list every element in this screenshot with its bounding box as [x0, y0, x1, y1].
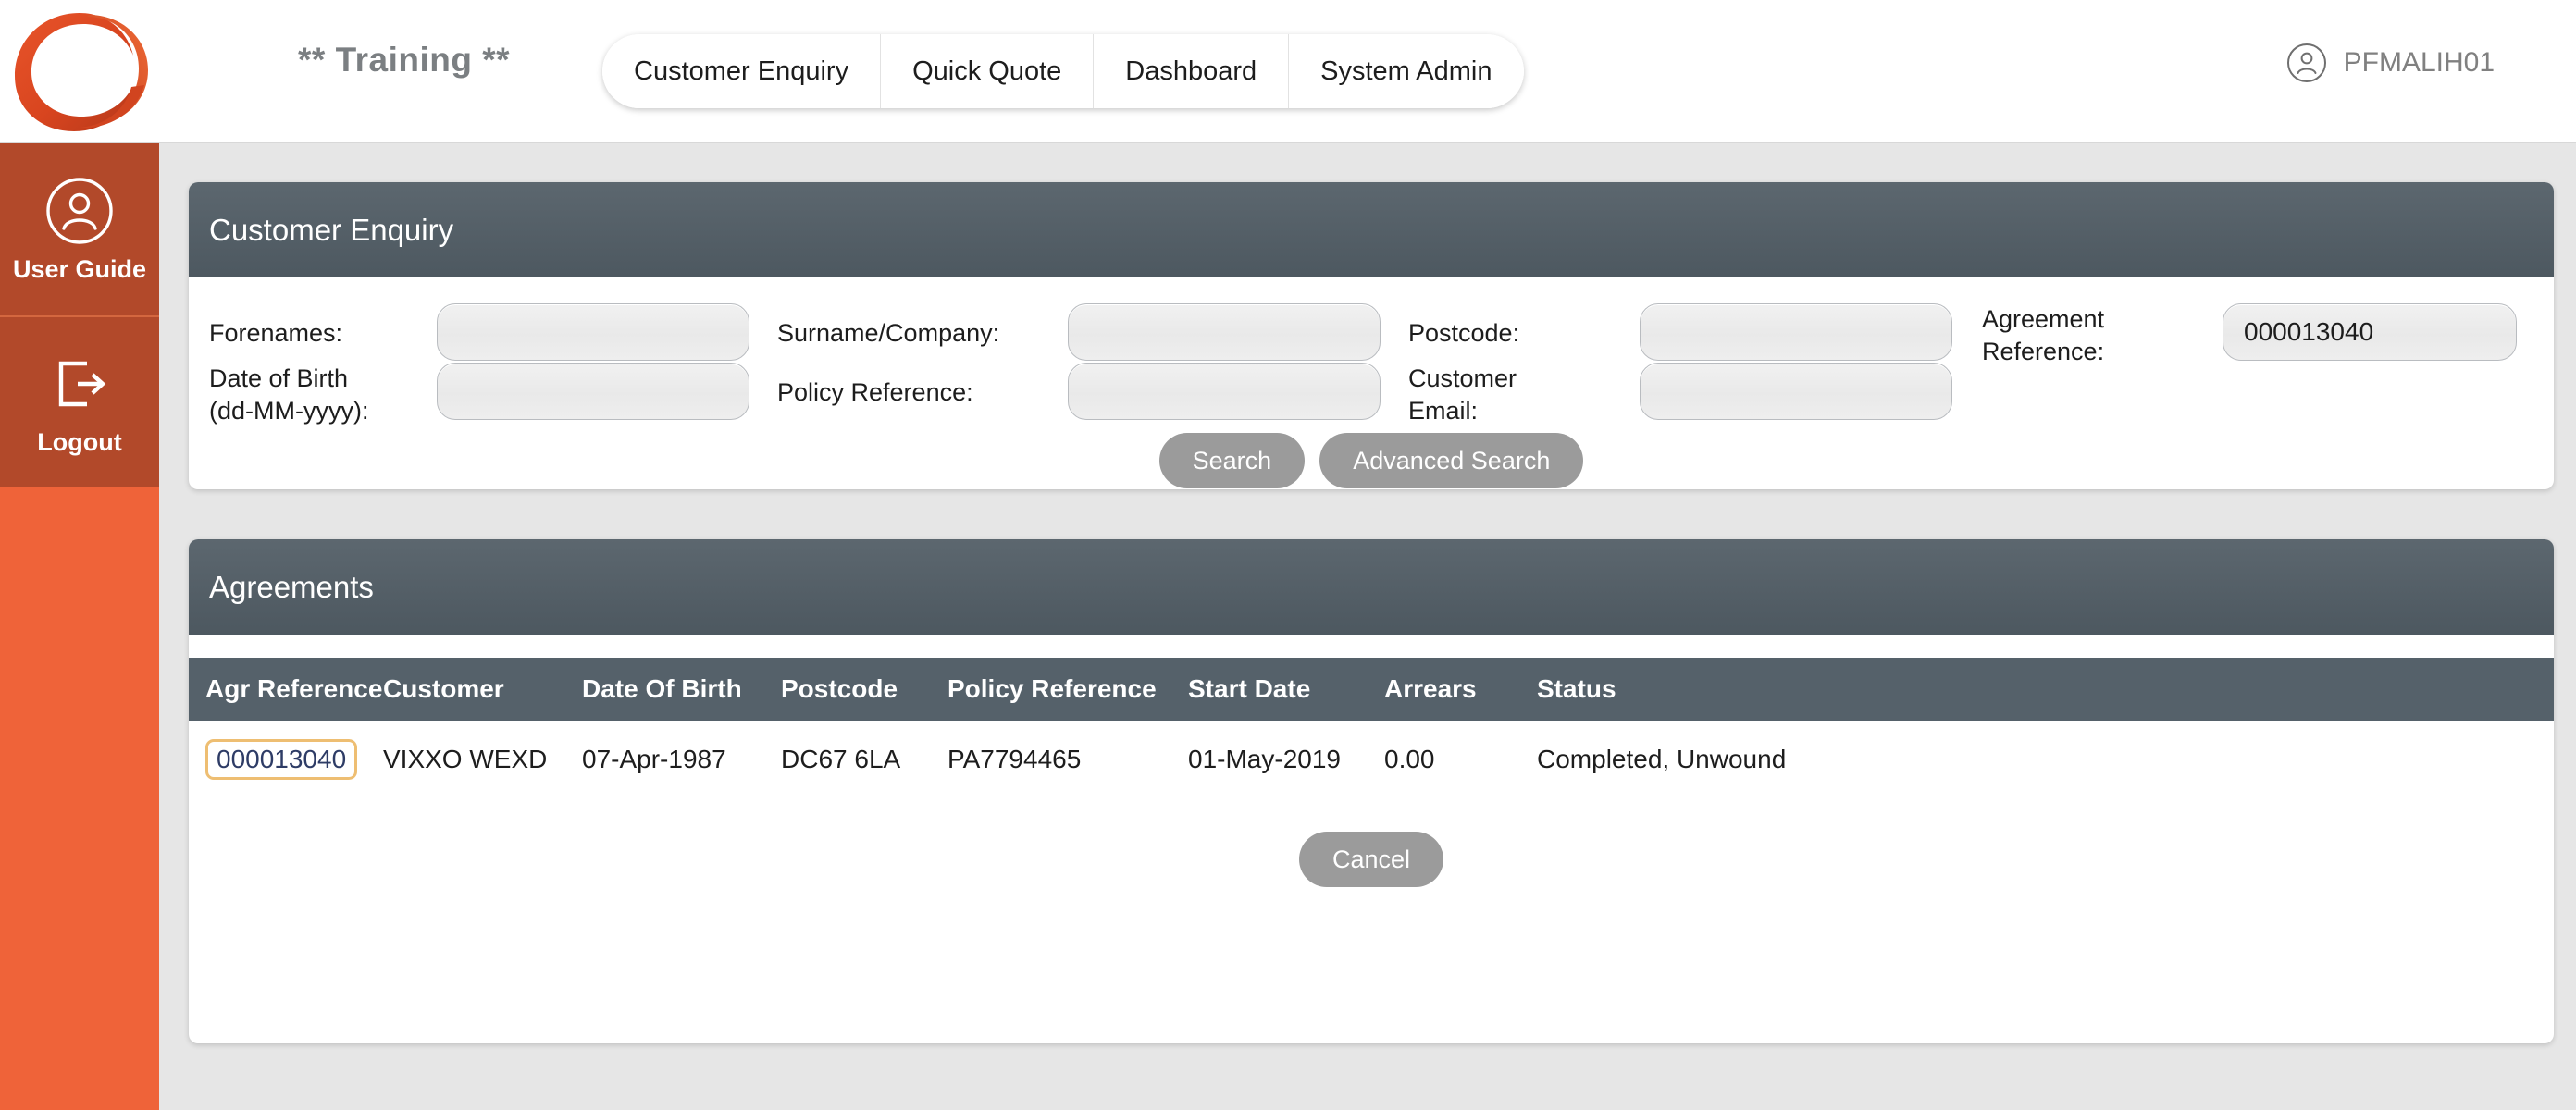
advanced-search-button[interactable]: Advanced Search	[1319, 433, 1584, 488]
label-forenames: Forenames:	[209, 319, 343, 347]
agreements-table-container: Agr Reference Customer Date Of Birth Pos…	[189, 635, 2554, 922]
label-customer-email-line1: Customer	[1408, 364, 1517, 392]
sidebar-item-logout[interactable]: Logout	[0, 315, 159, 487]
panel-title: Agreements	[209, 569, 374, 604]
agreements-panel-header: Agreements	[189, 539, 2554, 635]
label-date-of-birth-line2: (dd-MM-yyyy):	[209, 396, 369, 425]
customer-email-input[interactable]	[1640, 363, 1952, 420]
customer-enquiry-panel: Customer Enquiry Forenames: Surname/Comp…	[189, 182, 2554, 489]
column-header-policy-reference: Policy Reference	[947, 674, 1157, 703]
label-postcode: Postcode:	[1408, 319, 1520, 347]
user-circle-icon	[2286, 43, 2326, 82]
user-menu[interactable]: PFMALIH01	[2286, 43, 2495, 83]
label-customer-email-line2: Email:	[1408, 396, 1479, 425]
tab-dashboard[interactable]: Dashboard	[1094, 34, 1290, 108]
policy-reference-input[interactable]	[1068, 363, 1381, 420]
tab-customer-enquiry[interactable]: Customer Enquiry	[602, 34, 882, 108]
enquiry-button-row: Search Advanced Search	[189, 433, 2554, 488]
main-content: Customer Enquiry Forenames: Surname/Comp…	[159, 143, 2576, 1110]
agreements-table: Agr Reference Customer Date Of Birth Pos…	[189, 658, 2554, 798]
column-header-status: Status	[1537, 674, 1616, 703]
forenames-input[interactable]	[437, 303, 749, 361]
sidebar: User Guide Logout	[0, 143, 159, 1110]
label-surname-company: Surname/Company:	[777, 319, 1000, 347]
label-agreement-reference-line2: Reference:	[1982, 337, 2105, 365]
label-agreement-reference-line1: Agreement	[1982, 305, 2105, 333]
main-tabs: Customer Enquiry Quick Quote Dashboard S…	[602, 34, 1524, 108]
table-header-row: Agr Reference Customer Date Of Birth Pos…	[189, 658, 2554, 721]
column-header-agr-reference: Agr Reference	[205, 674, 383, 703]
column-header-postcode: Postcode	[781, 674, 898, 703]
agreements-panel: Agreements Agr Reference Customer Date O…	[189, 539, 2554, 1043]
agreement-reference-input[interactable]	[2223, 303, 2517, 361]
postcode-input[interactable]	[1640, 303, 1952, 361]
tab-quick-quote[interactable]: Quick Quote	[881, 34, 1095, 108]
column-header-customer: Customer	[383, 674, 504, 703]
user-name: PFMALIH01	[2343, 47, 2495, 78]
agreement-reference-link[interactable]: 000013040	[205, 739, 358, 780]
cancel-button[interactable]: Cancel	[1298, 832, 1444, 887]
logout-arrow-icon	[58, 361, 106, 406]
cell-postcode: DC67 6LA	[781, 745, 901, 773]
column-header-date-of-birth: Date Of Birth	[582, 674, 742, 703]
surname-company-input[interactable]	[1068, 303, 1381, 361]
search-button[interactable]: Search	[1158, 433, 1306, 488]
cell-status: Completed, Unwound	[1537, 745, 1787, 773]
cell-policy-reference: PA7794465	[947, 745, 1082, 773]
user-circle-icon	[46, 177, 113, 244]
cell-date-of-birth: 07-Apr-1987	[582, 745, 726, 773]
cell-agr-reference: 000013040	[189, 721, 383, 798]
cell-arrears: 0.00	[1384, 745, 1435, 773]
label-date-of-birth: Date of Birth (dd-MM-yyyy):	[209, 363, 368, 426]
label-customer-email: Customer Email:	[1408, 363, 1517, 426]
cell-start-date: 01-May-2019	[1188, 745, 1341, 773]
cell-customer: VIXXO WEXD	[383, 745, 548, 773]
sidebar-item-label: Logout	[37, 427, 122, 456]
tab-system-admin[interactable]: System Admin	[1289, 34, 1524, 108]
agreements-button-row: Cancel	[189, 798, 2554, 922]
swirl-ring-logo	[15, 13, 148, 131]
sidebar-item-user-guide[interactable]: User Guide	[0, 143, 159, 315]
label-agreement-reference: Agreement Reference:	[1982, 303, 2104, 367]
column-header-start-date: Start Date	[1188, 674, 1311, 703]
date-of-birth-input[interactable]	[437, 363, 749, 420]
panel-title: Customer Enquiry	[209, 212, 454, 247]
training-title: ** Training **	[298, 41, 511, 79]
sidebar-item-label: User Guide	[12, 254, 147, 283]
customer-enquiry-panel-header: Customer Enquiry	[189, 182, 2554, 278]
customer-enquiry-form: Forenames: Surname/Company: Postcode: Ag…	[189, 278, 2554, 489]
table-row: 000013040 VIXXO WEXD 07-Apr-1987 DC67 6L…	[189, 721, 2554, 798]
column-header-arrears: Arrears	[1384, 674, 1477, 703]
label-date-of-birth-line1: Date of Birth	[209, 364, 349, 392]
label-policy-reference: Policy Reference:	[777, 378, 973, 406]
top-bar: ** Training ** Customer Enquiry Quick Qu…	[0, 0, 2576, 143]
table-spacer	[189, 635, 2554, 658]
